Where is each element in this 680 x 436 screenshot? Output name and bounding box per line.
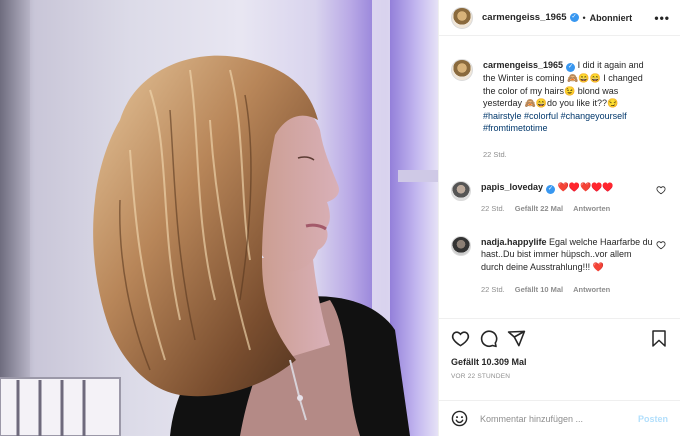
like-comment-heart-icon[interactable] bbox=[656, 185, 666, 195]
caption-body: carmengeiss_1965 ✓ I did it again and the… bbox=[483, 59, 655, 161]
caption-item: carmengeiss_1965 ✓ I did it again and the… bbox=[451, 59, 668, 161]
verified-badge-icon: ✓ bbox=[566, 63, 576, 72]
more-options-icon[interactable]: ••• bbox=[654, 11, 670, 25]
verified-badge-icon: ✓ bbox=[569, 13, 579, 22]
caption-username[interactable]: carmengeiss_1965 bbox=[483, 60, 563, 70]
caption-emoji-3: 🙈😄 bbox=[524, 98, 547, 108]
comment-meta: 22 Std. Gefällt 22 Mal Antworten bbox=[481, 203, 653, 216]
post-likes-count[interactable]: Gefällt 10.309 Mal bbox=[451, 357, 668, 367]
instagram-post-view: carmengeiss_1965 ✓ • Abonniert ••• carme… bbox=[0, 0, 680, 436]
caption-time[interactable]: 22 Std. bbox=[483, 149, 507, 162]
emoji-smiley-icon[interactable] bbox=[451, 410, 468, 427]
caption-text-4: do you like it?? bbox=[546, 98, 608, 108]
post-photo-illustration bbox=[0, 0, 438, 436]
save-bookmark-icon[interactable] bbox=[650, 329, 668, 348]
commenter-avatar[interactable] bbox=[451, 235, 471, 256]
hashtag-link[interactable]: #fromtimetotime bbox=[483, 123, 548, 133]
action-icons-row bbox=[451, 327, 668, 349]
like-heart-icon[interactable] bbox=[451, 329, 470, 348]
comment-bubble-icon[interactable] bbox=[479, 329, 498, 348]
caption-meta: 22 Std. bbox=[483, 149, 655, 162]
comment-body: papis_loveday ✓ ❤️♥️❤️♥️♥️ 22 Std. Gefäll… bbox=[481, 181, 653, 216]
comment-emoji: ❤️♥️❤️♥️♥️ bbox=[557, 182, 614, 192]
comment-emoji: ❤️ bbox=[592, 261, 604, 272]
add-comment-bar: Posten bbox=[439, 400, 680, 436]
verified-badge-icon: ✓ bbox=[546, 185, 556, 194]
post-photo[interactable] bbox=[0, 0, 438, 436]
comment-likes-link[interactable]: Gefällt 10 Mal bbox=[515, 284, 563, 297]
caption-emoji-2: 😉 bbox=[564, 85, 576, 96]
comment-likes-link[interactable]: Gefällt 22 Mal bbox=[515, 203, 563, 216]
post-actions: Gefällt 10.309 Mal VOR 22 STUNDEN bbox=[439, 318, 680, 380]
caption-avatar[interactable] bbox=[451, 59, 473, 81]
comment-item: papis_loveday ✓ ❤️♥️❤️♥️♥️ 22 Std. Gefäll… bbox=[451, 181, 668, 216]
hashtag-link[interactable]: #hairstyle bbox=[483, 111, 522, 121]
author-username[interactable]: carmengeiss_1965 bbox=[482, 12, 567, 23]
commenter-username[interactable]: papis_loveday bbox=[481, 182, 543, 192]
comment-time[interactable]: 22 Std. bbox=[481, 284, 505, 297]
hashtag-link[interactable]: #colorful bbox=[524, 111, 558, 121]
comment-body: nadja.happylife Egal welche Haarfarbe du… bbox=[481, 236, 653, 297]
author-avatar[interactable] bbox=[451, 6, 473, 29]
share-paper-plane-icon[interactable] bbox=[507, 329, 526, 348]
post-comment-button[interactable]: Posten bbox=[638, 414, 668, 424]
separator-dot: • bbox=[582, 12, 586, 23]
post-time-ago[interactable]: VOR 22 STUNDEN bbox=[451, 373, 668, 380]
post-side-panel: carmengeiss_1965 ✓ • Abonniert ••• carme… bbox=[438, 0, 680, 436]
commenter-avatar[interactable] bbox=[451, 181, 471, 201]
reply-button[interactable]: Antworten bbox=[573, 284, 610, 297]
caption-emoji-4: 😏 bbox=[607, 98, 619, 108]
post-header: carmengeiss_1965 ✓ • Abonniert ••• bbox=[439, 0, 680, 36]
comment-meta: 22 Std. Gefällt 10 Mal Antworten bbox=[481, 284, 653, 297]
reply-button[interactable]: Antworten bbox=[573, 203, 610, 216]
comment-input[interactable] bbox=[480, 413, 620, 424]
comment-time[interactable]: 22 Std. bbox=[481, 203, 505, 216]
commenter-username[interactable]: nadja.happylife bbox=[481, 237, 547, 247]
follow-status-button[interactable]: Abonniert bbox=[590, 13, 633, 23]
comment-item: nadja.happylife Egal welche Haarfarbe du… bbox=[451, 235, 668, 297]
comments-list[interactable]: carmengeiss_1965 ✓ I did it again and the… bbox=[439, 37, 680, 318]
hashtag-link[interactable]: #changeyourself bbox=[561, 111, 627, 121]
like-comment-heart-icon[interactable] bbox=[656, 240, 666, 250]
caption-emoji-1: 🙈😄😄 bbox=[567, 73, 601, 83]
